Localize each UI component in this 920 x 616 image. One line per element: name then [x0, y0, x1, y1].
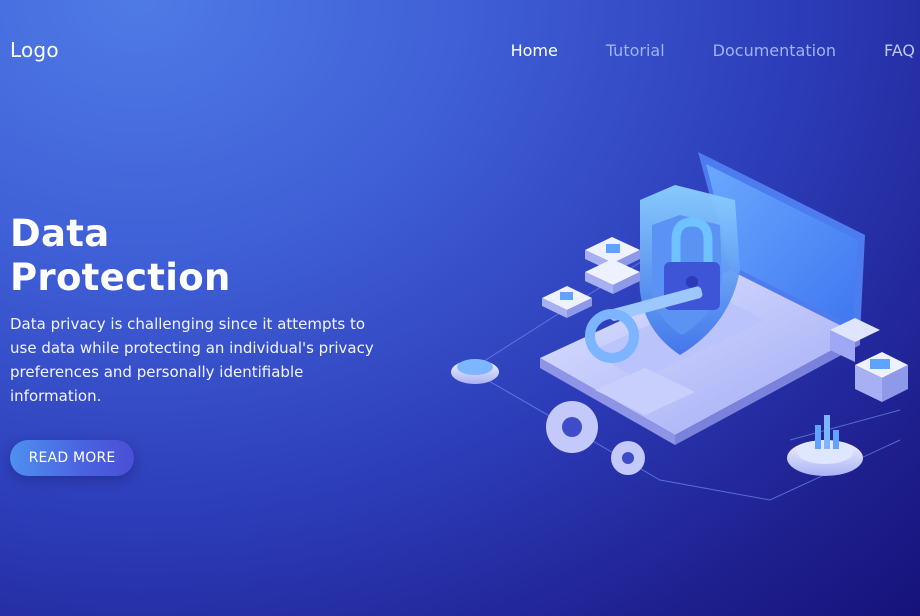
- hero-title-line2: Protection: [10, 256, 231, 299]
- data-protection-illustration: [451, 152, 908, 501]
- main-nav: Home Tutorial Documentation FAQ: [511, 41, 915, 60]
- hero-title-line1: Data: [10, 212, 110, 255]
- nav-item-documentation[interactable]: Documentation: [713, 41, 836, 60]
- nav-item-home[interactable]: Home: [511, 41, 558, 60]
- disc-platform-icon: [451, 359, 499, 384]
- hero-title: Data Protection: [10, 212, 231, 300]
- database-cube-icon: [830, 318, 908, 402]
- read-more-button[interactable]: READ MORE: [10, 440, 134, 476]
- nav-item-tutorial[interactable]: Tutorial: [606, 41, 665, 60]
- hero-description: Data privacy is challenging since it att…: [10, 315, 374, 405]
- bar-chart-platform-icon: [787, 415, 863, 476]
- nav-item-faq[interactable]: FAQ: [884, 41, 915, 60]
- logo[interactable]: Logo: [10, 38, 59, 62]
